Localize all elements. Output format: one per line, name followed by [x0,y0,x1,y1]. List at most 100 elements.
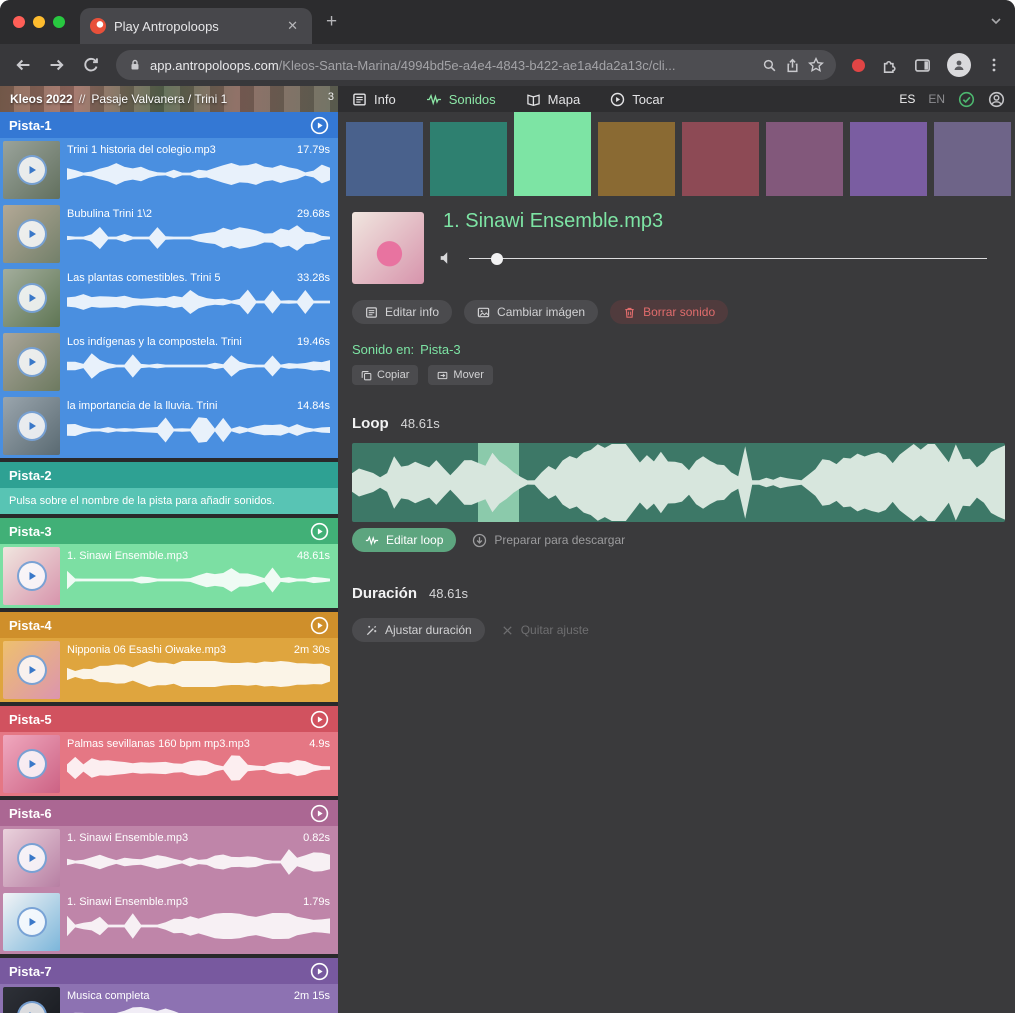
track-swatch[interactable] [514,112,591,196]
track-header[interactable]: Pista-2 [0,462,338,488]
remove-adjust-button[interactable]: Quitar ajuste [501,623,589,637]
sound-waveform [67,352,330,380]
track-header[interactable]: Pista-7 [0,958,338,984]
sync-check-icon[interactable] [958,91,975,108]
track-play-button[interactable] [310,962,329,981]
bookmark-star-icon[interactable] [808,57,824,73]
recording-indicator-icon[interactable] [852,59,865,72]
edit-loop-button[interactable]: Editar loop [352,528,456,552]
sound-item[interactable]: la importancia de la lluvia. Trini 14.84… [0,394,338,458]
track-swatch[interactable] [766,122,843,196]
maximize-window-button[interactable] [53,16,65,28]
side-panel-icon[interactable] [914,57,931,74]
play-icon[interactable] [17,155,47,185]
track-play-button[interactable] [310,522,329,541]
sound-item[interactable]: Palmas sevillanas 160 bpm mp3.mp3 4.9s [0,732,338,796]
sound-item[interactable]: 1. Sinawi Ensemble.mp3 48.61s [0,544,338,608]
sound-item[interactable]: Bubulina Trini 1\2 29.68s [0,202,338,266]
sound-item[interactable]: Las plantas comestibles. Trini 5 33.28s [0,266,338,330]
sound-item[interactable]: 1. Sinawi Ensemble.mp3 1.79s [0,890,338,954]
play-icon[interactable] [17,843,47,873]
track-swatch[interactable] [934,122,1011,196]
track-header[interactable]: Pista-6 [0,800,338,826]
lang-en[interactable]: EN [928,92,945,106]
delete-sound-button[interactable]: Borrar sonido [610,300,728,324]
selected-sound-image[interactable] [352,212,424,284]
track-play-button[interactable] [310,804,329,823]
lang-es[interactable]: ES [899,92,915,106]
sound-track-link[interactable]: Pista-3 [420,342,460,357]
breadcrumb-path[interactable]: Pasaje Valvanera / Trini 1 [91,92,227,106]
adjust-duration-button[interactable]: Ajustar duración [352,618,485,642]
prepare-download-button[interactable]: Preparar para descargar [472,533,625,548]
browser-menu-icon[interactable] [987,57,1001,73]
new-tab-button[interactable]: + [326,12,337,32]
browser-window: { "browser": { "tab_title": "Play Antrop… [0,0,1015,1013]
breadcrumb-project[interactable]: Kleos 2022 [10,92,73,106]
track-header[interactable]: Pista-3 [0,518,338,544]
track-swatch[interactable] [682,122,759,196]
track-swatch[interactable] [430,122,507,196]
play-icon[interactable] [17,907,47,937]
track-swatch[interactable] [346,122,423,196]
track: Pista-1 Trini 1 historia del colegio.mp3… [0,112,338,458]
track-header[interactable]: Pista-5 [0,706,338,732]
tab-info[interactable]: Info [352,92,396,107]
play-icon[interactable] [17,347,47,377]
play-icon[interactable] [17,219,47,249]
play-icon[interactable] [17,655,47,685]
reload-icon[interactable] [82,56,100,74]
track-play-button[interactable] [310,710,329,729]
play-icon[interactable] [17,561,47,591]
zoom-icon[interactable] [762,58,777,73]
copy-button[interactable]: Copiar [352,365,418,385]
account-icon[interactable] [988,91,1005,108]
breadcrumb[interactable]: Kleos 2022 // Pasaje Valvanera / Trini 1 [10,86,338,112]
play-icon[interactable] [17,283,47,313]
track-play-button[interactable] [310,116,329,135]
sound-item[interactable]: Nipponia 06 Esashi Oiwake.mp3 2m 30s [0,638,338,702]
window-controls[interactable] [13,16,65,28]
sound-item[interactable]: 1. Sinawi Ensemble.mp3 0.82s [0,826,338,890]
sound-item[interactable]: Los indígenas y la compostela. Trini 19.… [0,330,338,394]
volume-slider[interactable] [469,246,987,270]
loop-section-header: Loop 48.61s [352,415,440,432]
lock-icon[interactable] [128,58,142,72]
sound-item[interactable]: Musica completa 2m 15s [0,984,338,1013]
sound-duration: 29.68s [297,208,330,220]
change-image-button[interactable]: Cambiar imágen [464,300,598,324]
sound-item[interactable]: Trini 1 historia del colegio.mp3 17.79s [0,138,338,202]
tab-close-icon[interactable]: ✕ [283,16,302,36]
track-header[interactable]: Pista-4 [0,612,338,638]
tab-tocar[interactable]: Tocar [610,92,664,107]
sound-name: 1. Sinawi Ensemble.mp3 [67,832,188,844]
track-swatch[interactable] [598,122,675,196]
track-play-button[interactable] [310,616,329,635]
url-text[interactable]: app.antropoloops.com/Kleos-Santa-Marina/… [150,58,754,73]
edit-info-button[interactable]: Editar info [352,300,452,324]
track-header[interactable]: Pista-1 [0,112,338,138]
play-icon[interactable] [17,1001,47,1013]
track-swatch[interactable] [850,122,927,196]
move-button[interactable]: Mover [428,365,493,385]
extensions-puzzle-icon[interactable] [881,57,898,74]
tab-search-chevron-icon[interactable] [989,14,1003,28]
play-icon[interactable] [17,749,47,779]
browser-tabstrip: Play Antropoloops ✕ + [0,0,1015,44]
profile-avatar-icon[interactable] [947,53,971,77]
url-bar[interactable]: app.antropoloops.com/Kleos-Santa-Marina/… [116,50,836,80]
tab-mapa[interactable]: Mapa [526,92,581,107]
forward-icon[interactable] [48,56,66,74]
project-photo: Kleos 2022 // Pasaje Valvanera / Trini 1… [0,86,338,112]
close-window-button[interactable] [13,16,25,28]
tracks-sidebar: Pista-1 Trini 1 historia del colegio.mp3… [0,112,338,1013]
minimize-window-button[interactable] [33,16,45,28]
browser-tab[interactable]: Play Antropoloops ✕ [80,8,312,44]
loop-waveform-panel[interactable] [352,443,1005,522]
share-icon[interactable] [785,58,800,73]
loop-label: Loop [352,415,389,432]
tab-sonidos[interactable]: Sonidos [426,92,496,107]
back-icon[interactable] [14,56,32,74]
volume-knob[interactable] [491,253,503,265]
play-icon[interactable] [17,411,47,441]
